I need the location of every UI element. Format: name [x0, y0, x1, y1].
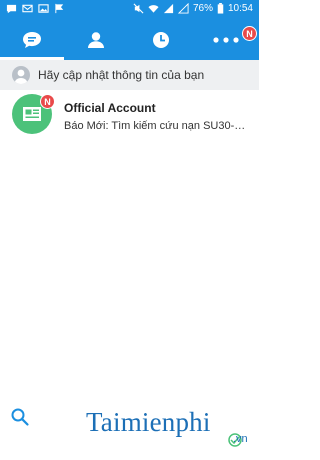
conversation-title: Official Account	[64, 101, 156, 115]
mail-notification-icon	[22, 4, 33, 13]
conversation-badge: N	[40, 94, 55, 109]
default-avatar-icon	[12, 66, 30, 84]
watermark-suffix: .vn	[233, 433, 248, 445]
clock-icon	[153, 31, 169, 48]
signal-icon	[163, 3, 174, 14]
update-profile-prompt[interactable]: Hãy cập nhật thông tin của bạn	[0, 60, 259, 91]
clock-time: 10:54	[227, 3, 253, 14]
conversation-preview: Báo Mới: Tìm kiếm cứu nạn SU30-MK2...	[64, 120, 254, 132]
wifi-icon	[148, 5, 159, 13]
image-notification-icon	[38, 4, 49, 13]
more-dots-icon	[213, 36, 239, 43]
person-icon	[88, 31, 104, 48]
tab-more[interactable]: N	[194, 19, 258, 60]
update-prompt-text: Hãy cập nhật thông tin của bạn	[38, 68, 205, 82]
status-indicators: 76% 10:54	[133, 3, 253, 14]
search-icon	[11, 408, 29, 426]
battery-icon	[217, 3, 224, 14]
tab-timeline[interactable]	[129, 19, 193, 60]
conversation-item-official-account[interactable]: N Official Account Báo Mới: Tìm kiếm cứu…	[0, 90, 259, 136]
search-button[interactable]	[10, 407, 30, 427]
chat-bubble-icon	[23, 31, 41, 48]
main-tab-bar: N	[0, 19, 259, 60]
mute-icon	[133, 3, 144, 14]
flag-notification-icon	[55, 3, 64, 14]
message-notification-icon	[6, 4, 17, 14]
status-bar: 76% 10:54	[0, 0, 259, 19]
tab-chat[interactable]	[0, 19, 64, 60]
status-notifications	[6, 3, 65, 14]
battery-percent: 76%	[192, 3, 213, 14]
signal-icon-2	[177, 3, 189, 14]
more-tab-badge: N	[242, 26, 257, 41]
watermark-brand: Taimienphi	[86, 407, 211, 437]
tab-contacts[interactable]	[64, 19, 128, 60]
